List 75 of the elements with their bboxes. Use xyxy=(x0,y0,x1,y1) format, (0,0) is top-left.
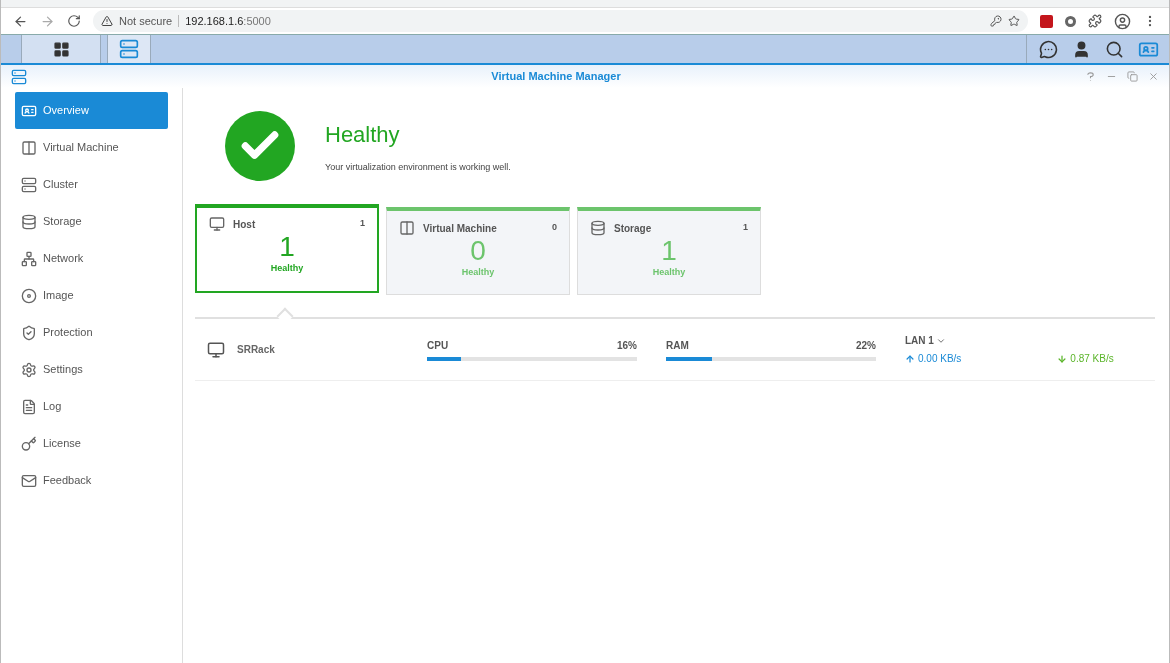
profile-icon[interactable] xyxy=(1114,12,1131,30)
sidebar-item[interactable]: Settings xyxy=(15,351,168,388)
back-icon[interactable] xyxy=(13,13,28,29)
envelope-icon xyxy=(21,472,37,489)
window-title: Virtual Machine Manager xyxy=(490,69,622,85)
card-label: Host xyxy=(233,217,257,232)
grid-icon xyxy=(52,40,70,58)
lan-dropdown[interactable]: LAN 1 xyxy=(905,333,1114,348)
app-taskbar-button[interactable] xyxy=(107,35,151,63)
summary-card[interactable]: Storage 1 1 Healthy xyxy=(577,207,761,295)
extensions-icon[interactable] xyxy=(1088,14,1102,28)
database-icon xyxy=(21,213,37,230)
server-icon xyxy=(21,176,37,193)
security-label: Not secure xyxy=(119,13,173,29)
card-label: Virtual Machine xyxy=(423,221,498,236)
meter-reading: 16% xyxy=(617,339,637,353)
summary-card[interactable]: Host 1 1 Healthy xyxy=(195,204,379,293)
host-name: SRRack xyxy=(236,343,276,357)
address-bar[interactable]: Not secure 192.168.1.6:5000 xyxy=(93,10,1028,32)
card-value: 0 xyxy=(469,236,487,266)
card-value: 1 xyxy=(660,236,678,266)
gear-icon xyxy=(21,361,37,378)
search-icon[interactable] xyxy=(1105,39,1124,59)
host-icon xyxy=(207,340,225,359)
warning-icon xyxy=(101,15,113,27)
monitor-icon xyxy=(209,216,225,232)
down-arrow-icon xyxy=(1057,353,1068,364)
card-status: Healthy xyxy=(269,262,305,275)
sidebar-item[interactable]: Overview xyxy=(15,92,168,129)
card-count: 0 xyxy=(552,221,557,235)
card-status: Healthy xyxy=(460,266,496,279)
user-icon[interactable] xyxy=(1072,39,1091,59)
sidebar-item[interactable]: Log xyxy=(15,388,168,425)
chat-icon[interactable] xyxy=(1039,39,1058,59)
network-icon xyxy=(21,250,37,267)
sidebar-item[interactable]: Cluster xyxy=(15,166,168,203)
host-row[interactable]: SRRack CPU 16% RAM 22% LAN 1 0.00 KB/s 0.87 KB/s xyxy=(195,319,1155,381)
sidebar-item[interactable]: Storage xyxy=(15,203,168,240)
sidebar-item[interactable]: Feedback xyxy=(15,462,168,499)
sidebar-item[interactable]: License xyxy=(15,425,168,462)
disc-icon xyxy=(21,287,37,304)
help-icon[interactable] xyxy=(1085,71,1096,82)
status-title: Healthy xyxy=(325,120,401,149)
card-value: 1 xyxy=(278,232,296,262)
database-icon xyxy=(590,220,606,236)
url-text: 192.168.1.6:5000 xyxy=(185,13,271,29)
meter-label: CPU xyxy=(427,339,449,353)
document-icon xyxy=(21,398,37,415)
card-count: 1 xyxy=(360,217,365,231)
server-icon xyxy=(119,39,139,59)
shield-icon xyxy=(21,324,37,341)
card-label: Storage xyxy=(614,221,653,236)
sidebar-item[interactable]: Image xyxy=(15,277,168,314)
key-icon[interactable] xyxy=(990,15,1002,27)
star-icon[interactable] xyxy=(1008,15,1020,27)
pdf-extension-icon[interactable] xyxy=(1040,14,1053,28)
circle-extension-icon[interactable] xyxy=(1065,15,1076,27)
sidebar-item[interactable]: Protection xyxy=(15,314,168,351)
status-message: Your virtualization environment is working well. xyxy=(325,160,511,174)
meter-label: RAM xyxy=(666,339,689,353)
main-menu-button[interactable] xyxy=(21,35,101,63)
panels-icon xyxy=(399,220,415,236)
sidebar-item[interactable]: Virtual Machine xyxy=(15,129,168,166)
upload-rate: 0.00 KB/s xyxy=(918,352,962,366)
panels-icon xyxy=(21,139,37,156)
app-icon xyxy=(11,68,27,85)
meter-reading: 22% xyxy=(856,339,876,353)
sidebar-item[interactable]: Network xyxy=(15,240,168,277)
card-status: Healthy xyxy=(651,266,687,279)
key-icon xyxy=(21,435,37,452)
summary-card[interactable]: Virtual Machine 0 0 Healthy xyxy=(386,207,570,295)
card-count: 1 xyxy=(743,221,748,235)
download-rate: 0.87 KB/s xyxy=(1070,352,1114,366)
up-arrow-icon xyxy=(905,353,915,364)
reload-icon[interactable] xyxy=(67,14,81,28)
